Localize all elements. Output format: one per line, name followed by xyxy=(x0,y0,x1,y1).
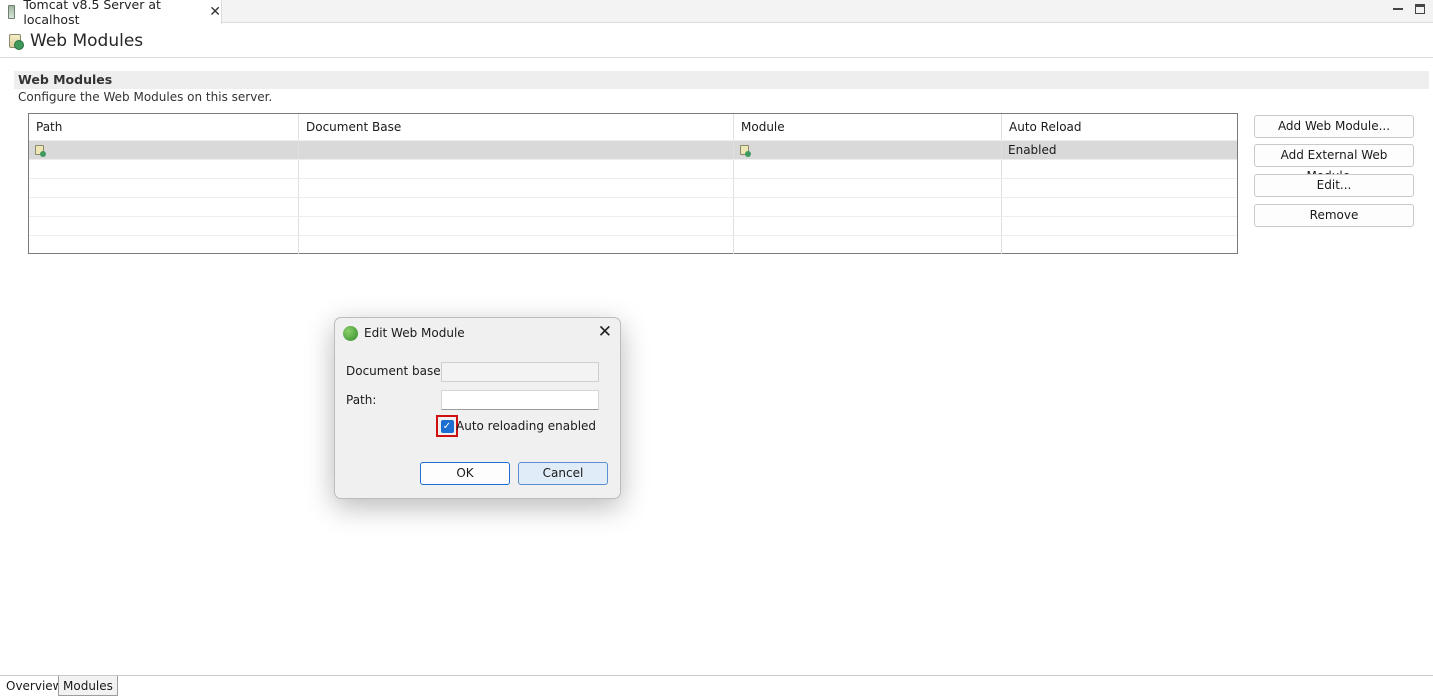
tab-overview[interactable]: Overview xyxy=(2,676,67,696)
maximize-icon[interactable] xyxy=(1415,4,1425,14)
auto-reload-checkbox-highlight: ✓ xyxy=(436,415,458,437)
edit-web-module-dialog: Edit Web Module ✕ Document base: Path: ✓… xyxy=(334,317,621,499)
spring-leaf-icon xyxy=(343,325,358,341)
server-file-icon xyxy=(8,5,16,19)
path-label: Path: xyxy=(346,393,377,407)
dialog-title: Edit Web Module xyxy=(364,326,465,340)
table-row-empty xyxy=(29,178,1237,197)
table-cell-document-base xyxy=(299,141,734,159)
table-header: Path Document Base Module Auto Reload xyxy=(29,114,1237,140)
cancel-button[interactable]: Cancel xyxy=(518,462,608,485)
editor-tab-title: Tomcat v8.5 Server at localhost xyxy=(23,0,161,27)
page-tabs: Overview Modules xyxy=(0,675,1433,698)
editor-tab-server[interactable]: Tomcat v8.5 Server at localhost ✕ xyxy=(0,0,222,27)
dialog-title-bar: Edit Web Module ✕ xyxy=(335,318,620,348)
auto-reload-checkbox[interactable]: ✓ xyxy=(440,419,454,433)
table-row-empty xyxy=(29,197,1237,216)
column-header-module[interactable]: Module xyxy=(734,114,1002,140)
table-row-empty xyxy=(29,159,1237,178)
close-icon[interactable]: ✕ xyxy=(598,323,612,341)
ok-button[interactable]: OK xyxy=(420,462,510,485)
column-header-auto-reload[interactable]: Auto Reload xyxy=(1002,114,1237,140)
page-title: Web Modules xyxy=(30,30,144,51)
table-row-empty xyxy=(29,235,1237,254)
window-controls xyxy=(1393,4,1425,14)
path-field[interactable] xyxy=(441,390,599,410)
table-cell-module xyxy=(734,141,1002,159)
table-row[interactable]: Enabled xyxy=(29,140,1237,159)
minimize-icon[interactable] xyxy=(1393,8,1403,10)
table-cell-auto-reload: Enabled xyxy=(1008,143,1057,157)
close-icon[interactable]: ✕ xyxy=(209,5,221,19)
server-icon xyxy=(9,33,24,50)
tab-modules[interactable]: Modules xyxy=(58,676,118,696)
document-base-field[interactable] xyxy=(441,362,599,382)
web-module-icon xyxy=(740,145,751,157)
auto-reload-label[interactable]: Auto reloading enabled xyxy=(456,419,596,433)
add-web-module-button[interactable]: Add Web Module... xyxy=(1254,115,1414,138)
table-row-empty xyxy=(29,216,1237,235)
remove-button[interactable]: Remove xyxy=(1254,204,1414,227)
column-header-document-base[interactable]: Document Base xyxy=(299,114,734,140)
section-title: Web Modules xyxy=(14,71,1429,89)
web-modules-table[interactable]: Path Document Base Module Auto Reload En… xyxy=(28,113,1238,254)
edit-button[interactable]: Edit... xyxy=(1254,174,1414,197)
add-external-web-module-button[interactable]: Add External Web Module... xyxy=(1254,144,1414,183)
table-cell-path xyxy=(29,141,299,159)
section-description: Configure the Web Modules on this server… xyxy=(18,90,273,104)
document-base-label: Document base: xyxy=(346,364,445,378)
column-header-path[interactable]: Path xyxy=(29,114,299,140)
editor-tab-strip: Tomcat v8.5 Server at localhost ✕ xyxy=(0,0,1433,27)
web-module-icon xyxy=(35,145,46,157)
form-header: Web Modules xyxy=(0,24,1433,58)
